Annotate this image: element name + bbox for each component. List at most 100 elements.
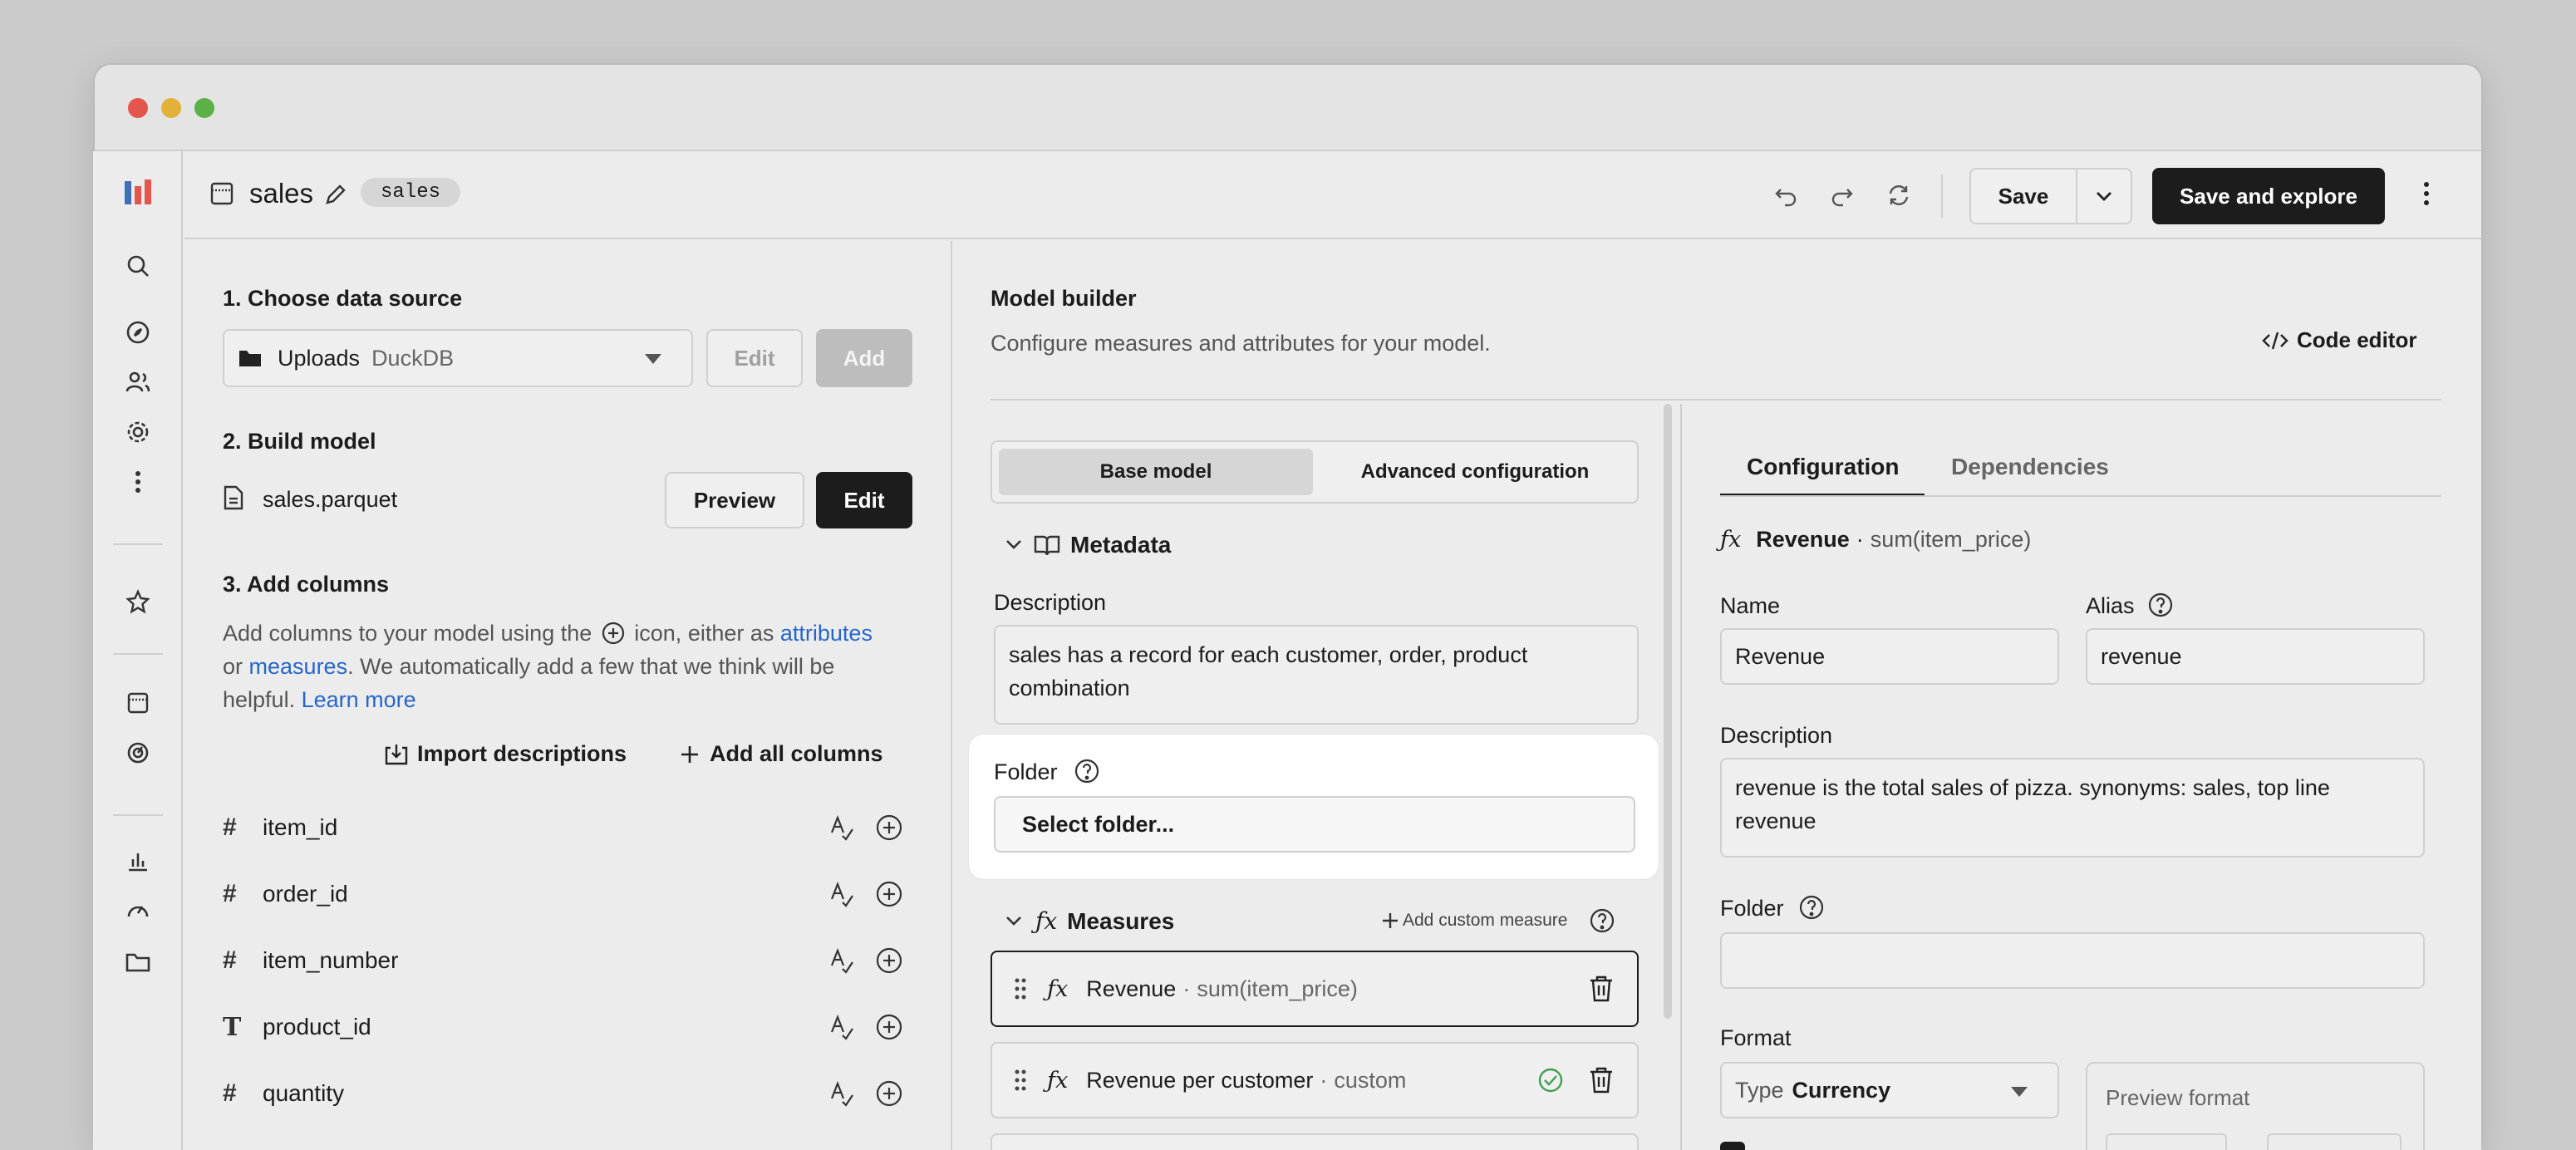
model-edit-button[interactable]: Edit (816, 472, 912, 528)
redo-icon[interactable] (1830, 183, 1855, 212)
save-button[interactable]: Save (1969, 168, 2077, 224)
folder-highlight: Folder Select folder... (969, 735, 1659, 879)
add-all-label: Add all columns (710, 741, 883, 766)
help-icon[interactable] (2147, 592, 2174, 618)
learn-more-link[interactable]: Learn more (302, 687, 416, 712)
source-engine: DuckDB (371, 345, 455, 371)
add-attribute-icon[interactable] (829, 814, 854, 841)
add-measure-icon[interactable] (876, 947, 902, 974)
help-icon[interactable] (1589, 907, 1615, 934)
logo-icon[interactable] (118, 173, 158, 213)
add-attribute-icon[interactable] (829, 881, 854, 907)
data-source-select[interactable]: Uploads DuckDB (223, 329, 693, 387)
compass-icon[interactable] (118, 312, 158, 352)
source-add-button[interactable]: Add (816, 329, 912, 387)
column-divider (1680, 404, 1682, 1150)
star-icon[interactable] (118, 582, 158, 622)
import-descriptions-button[interactable]: Import descriptions (384, 741, 627, 767)
minimize-window-button[interactable] (161, 98, 181, 118)
tab-advanced-configuration[interactable]: Advanced configuration (1318, 449, 1632, 495)
function-icon: ƒx (1035, 907, 1058, 935)
name-input[interactable]: Revenue (1720, 628, 2059, 685)
gauge-icon[interactable] (118, 891, 158, 931)
add-measure-icon[interactable] (876, 814, 902, 841)
title-bar (95, 65, 2481, 151)
measures-link[interactable]: measures (249, 654, 348, 679)
model-icon (209, 181, 234, 210)
drag-handle-icon[interactable] (1014, 1069, 1027, 1092)
save-options-button[interactable] (2076, 168, 2132, 224)
measure-item-partial[interactable] (991, 1133, 1639, 1150)
source-label: Uploads (278, 345, 361, 371)
table-icon[interactable] (118, 683, 158, 723)
pencil-icon[interactable] (324, 183, 347, 210)
search-icon[interactable] (118, 246, 158, 286)
help-text: helpful. (223, 687, 296, 712)
preview-input[interactable] (2106, 1133, 2227, 1150)
measure-item-revenue[interactable]: ƒx Revenue · sum(item_price) (991, 951, 1639, 1027)
attributes-link[interactable]: attributes (780, 621, 873, 646)
folder-icon[interactable] (118, 942, 158, 982)
more-options-icon[interactable] (2423, 181, 2430, 210)
step3-heading: 3. Add columns (223, 572, 390, 597)
tab-dependencies[interactable]: Dependencies (1951, 454, 2109, 480)
trash-icon[interactable] (1589, 1067, 1614, 1093)
separator-dot: · (1856, 527, 1864, 552)
add-measure-icon[interactable] (876, 1080, 902, 1107)
measure-folder-input[interactable] (1720, 932, 2425, 989)
add-measure-icon[interactable] (876, 1014, 902, 1040)
scrollbar[interactable] (1664, 404, 1672, 1019)
format-label: Format (1720, 1025, 1792, 1050)
bar-chart-icon[interactable] (118, 841, 158, 881)
add-attribute-icon[interactable] (829, 947, 854, 974)
maximize-window-button[interactable] (194, 98, 214, 118)
add-custom-measure-button[interactable]: Add custom measure (1381, 911, 1567, 931)
add-measure-icon[interactable] (876, 881, 902, 907)
add-attribute-icon[interactable] (829, 1014, 854, 1040)
source-edit-button[interactable]: Edit (706, 329, 803, 387)
model-description-textarea[interactable]: sales has a record for each customer, or… (994, 625, 1639, 725)
help-icon[interactable] (1074, 758, 1100, 784)
save-and-explore-button[interactable]: Save and explore (2152, 168, 2385, 224)
folder-select[interactable]: Select folder... (994, 796, 1635, 853)
refresh-icon[interactable] (1886, 183, 1911, 212)
rail-divider (113, 653, 163, 655)
add-attribute-icon[interactable] (829, 1080, 854, 1107)
nav-rail (93, 151, 183, 1150)
more-vertical-icon[interactable] (118, 462, 158, 502)
number-type-icon: # (223, 813, 237, 841)
help-icon[interactable] (1798, 894, 1825, 921)
add-all-columns-button[interactable]: Add all columns (680, 741, 883, 767)
preview-button[interactable]: Preview (665, 472, 804, 528)
measures-section-toggle[interactable]: ƒx Measures (1005, 907, 1174, 935)
alias-input[interactable]: revenue (2086, 628, 2425, 685)
import-label: Import descriptions (417, 741, 627, 766)
format-checkbox[interactable] (1720, 1142, 1745, 1150)
users-icon[interactable] (118, 362, 158, 402)
gear-icon[interactable] (118, 412, 158, 452)
column-row: # item_number (223, 936, 912, 985)
help-text: or (223, 654, 243, 679)
import-icon (385, 744, 408, 764)
format-type-select[interactable]: Type Currency (1720, 1062, 2059, 1118)
chevron-down-icon (2097, 192, 2111, 201)
trash-icon[interactable] (1589, 976, 1614, 1002)
code-editor-label: Code editor (2297, 327, 2417, 352)
preview-input[interactable] (2267, 1133, 2401, 1150)
code-editor-button[interactable]: Code editor (2262, 327, 2416, 353)
tab-configuration[interactable]: Configuration (1747, 454, 1900, 480)
column-row: T product_id (223, 1002, 912, 1052)
measure-name: Revenue per customer (1086, 1067, 1314, 1093)
close-window-button[interactable] (128, 98, 148, 118)
metadata-section-toggle[interactable]: Metadata (1005, 532, 1171, 558)
rail-divider (113, 543, 163, 545)
undo-icon[interactable] (1773, 183, 1798, 212)
type-label: Type (1735, 1077, 1784, 1103)
history-icon[interactable] (118, 733, 158, 773)
measure-description-textarea[interactable]: revenue is the total sales of pizza. syn… (1720, 758, 2425, 858)
column-name: item_number (263, 947, 399, 973)
measure-item-revenue-per-customer[interactable]: ƒx Revenue per customer · custom (991, 1042, 1639, 1118)
drag-handle-icon[interactable] (1014, 977, 1027, 1000)
tab-base-model[interactable]: Base model (999, 449, 1313, 495)
measure-expression: custom (1334, 1067, 1407, 1093)
